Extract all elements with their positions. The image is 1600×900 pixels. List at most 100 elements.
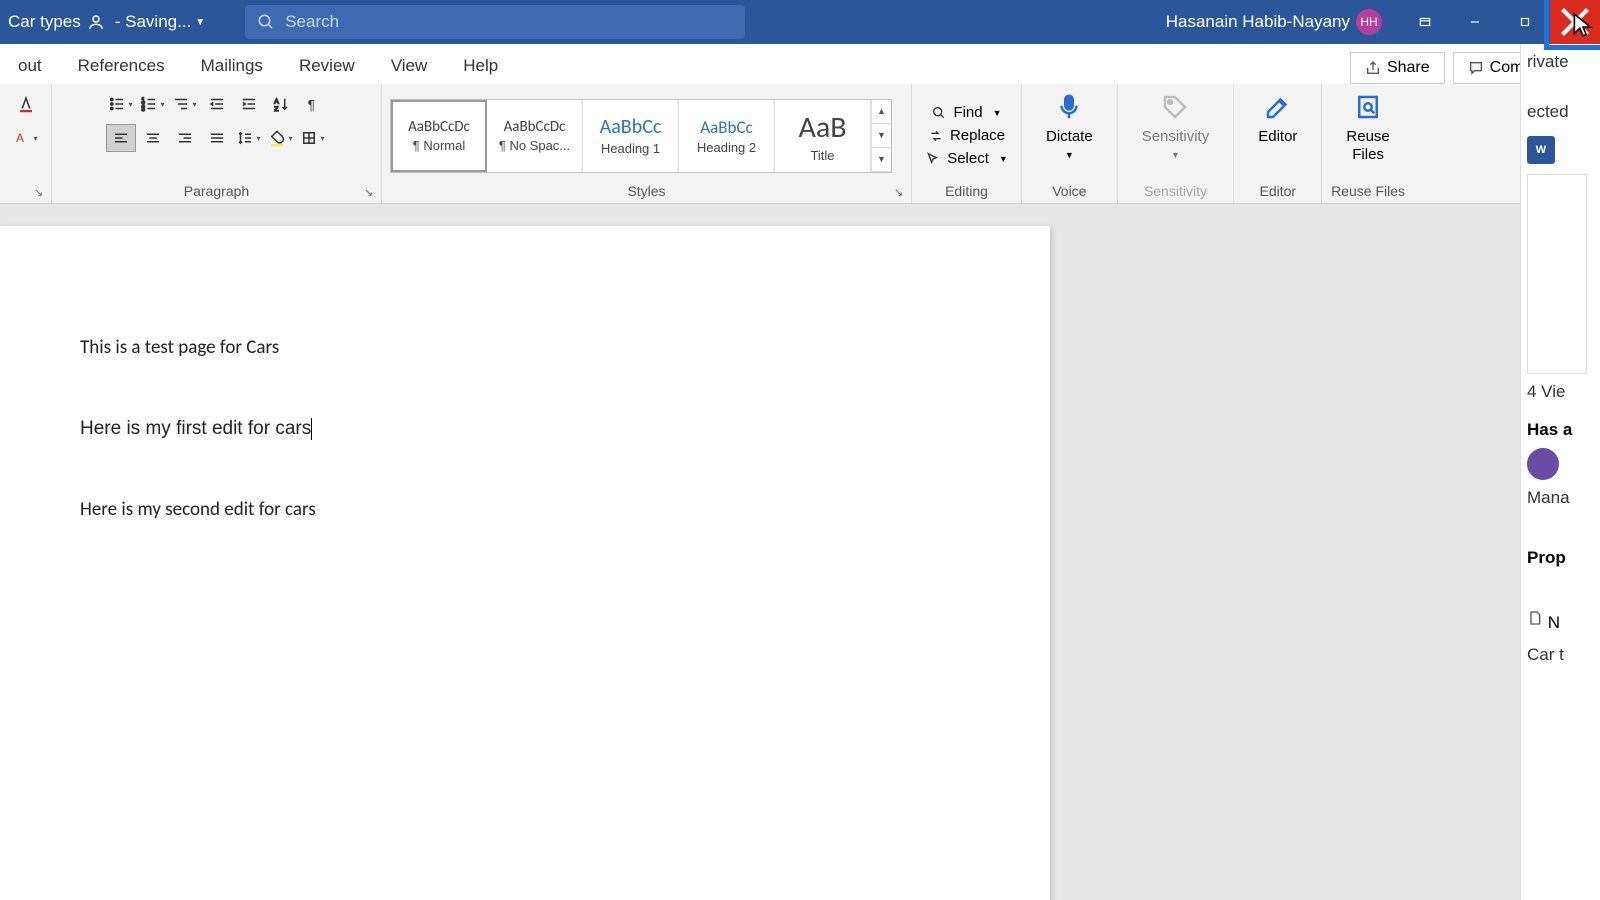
decrease-indent-button[interactable]	[202, 90, 232, 118]
clipboard-group: A ↘	[0, 84, 52, 203]
sp-mana-text: Mana	[1527, 488, 1594, 508]
doc-line-1[interactable]: This is a test page for Cars	[80, 336, 970, 359]
microphone-icon	[1054, 90, 1084, 124]
close-button-highlight	[1550, 0, 1600, 44]
replace-button[interactable]: Replace	[922, 125, 1011, 146]
titlebar: Car types - Saving... ▼ Search Hasanain …	[0, 0, 1600, 44]
tab-layout[interactable]: out	[0, 48, 60, 84]
sensitivity-group: Sensitivity ▼ Sensitivity	[1118, 84, 1235, 203]
align-left-button[interactable]	[106, 124, 136, 152]
svg-text:3: 3	[142, 107, 146, 113]
avatar[interactable]: HH	[1356, 9, 1382, 35]
increase-indent-button[interactable]	[234, 90, 264, 118]
close-button[interactable]	[1550, 0, 1600, 44]
user-name[interactable]: Hasanain Habib-Nayany	[1166, 12, 1350, 32]
file-item[interactable]: N	[1527, 608, 1594, 633]
dictate-button[interactable]: Dictate ▼	[1030, 90, 1109, 160]
sensitivity-label: Sensitivity	[1126, 181, 1226, 201]
justify-button[interactable]	[202, 124, 232, 152]
align-center-button[interactable]	[138, 124, 168, 152]
page-thumbnail[interactable]	[1527, 174, 1587, 374]
style-normal[interactable]: AaBbCcDc ¶ Normal	[391, 100, 487, 172]
style-heading-1[interactable]: AaBbCc Heading 1	[583, 100, 679, 172]
tab-view[interactable]: View	[373, 48, 446, 84]
maximize-button[interactable]	[1500, 0, 1550, 44]
person-icon	[87, 13, 105, 31]
search-input[interactable]: Search	[245, 5, 745, 39]
editing-label: Editing	[920, 181, 1013, 201]
editor-group: Editor Editor	[1234, 84, 1322, 203]
paragraph-label: Paragraph	[60, 181, 373, 201]
reuse-label: Reuse Files	[1330, 181, 1405, 201]
saving-dropdown-icon[interactable]: ▼	[195, 17, 205, 28]
editor-label: Editor	[1242, 181, 1313, 201]
styles-label: Styles	[390, 181, 903, 201]
style-heading-2[interactable]: AaBbCc Heading 2	[679, 100, 775, 172]
style-no-spacing[interactable]: AaBbCcDc ¶ No Spac...	[487, 100, 583, 172]
tag-icon	[1160, 90, 1190, 124]
sensitivity-button: Sensitivity ▼	[1126, 90, 1226, 160]
file-icon	[1527, 608, 1543, 628]
search-placeholder: Search	[285, 12, 339, 32]
share-button[interactable]: Share	[1350, 52, 1445, 84]
search-icon	[257, 13, 275, 31]
document-canvas[interactable]: This is a test page for Cars Here is my …	[0, 204, 1520, 900]
reuse-files-group: ReuseFiles Reuse Files	[1322, 84, 1413, 203]
styles-group: AaBbCcDc ¶ Normal AaBbCcDc ¶ No Spac... …	[382, 84, 912, 203]
sp-cart-text: Car t	[1527, 645, 1594, 665]
reuse-files-button[interactable]: ReuseFiles	[1330, 90, 1405, 164]
ribbon-display-button[interactable]	[1400, 0, 1450, 44]
svg-text:A: A	[16, 131, 24, 145]
select-button[interactable]: Select▼	[919, 148, 1014, 169]
voice-group: Dictate ▼ Voice	[1022, 84, 1118, 203]
shading-button[interactable]	[266, 124, 296, 152]
voice-label: Voice	[1030, 181, 1109, 201]
ribbon: A ↘ 123 AZ ¶ Paragr	[0, 84, 1600, 204]
styles-gallery[interactable]: AaBbCcDc ¶ Normal AaBbCcDc ¶ No Spac... …	[390, 99, 892, 173]
select-icon	[925, 151, 941, 167]
editor-icon	[1263, 90, 1293, 124]
align-right-button[interactable]	[170, 124, 200, 152]
multilevel-list-button[interactable]	[170, 90, 200, 118]
tab-references[interactable]: References	[60, 48, 183, 84]
borders-button[interactable]	[298, 124, 328, 152]
font-color-button[interactable]	[11, 90, 41, 118]
find-icon	[931, 105, 947, 121]
font-launcher-icon[interactable]: ↘	[34, 186, 48, 200]
paragraph-launcher-icon[interactable]: ↘	[364, 186, 378, 200]
font-color-dropdown[interactable]: A	[11, 124, 41, 152]
text-cursor-icon	[311, 418, 312, 440]
comment-icon	[1468, 60, 1484, 76]
tab-review[interactable]: Review	[281, 48, 373, 84]
tab-help[interactable]: Help	[445, 48, 516, 84]
tab-mailings[interactable]: Mailings	[183, 48, 281, 84]
svg-text:A: A	[274, 98, 279, 105]
styles-more-icon[interactable]: ▼	[872, 148, 891, 172]
sp-views-text: 4 Vie	[1527, 382, 1594, 402]
minimize-button[interactable]	[1450, 0, 1500, 44]
line-spacing-button[interactable]	[234, 124, 264, 152]
styles-up-icon[interactable]: ▲	[872, 100, 891, 124]
sort-button[interactable]: AZ	[266, 90, 296, 118]
bullets-button[interactable]	[106, 90, 136, 118]
replace-icon	[928, 128, 944, 144]
styles-launcher-icon[interactable]: ↘	[894, 186, 908, 200]
styles-down-icon[interactable]: ▼	[872, 124, 891, 148]
sp-private-text: rivate	[1527, 52, 1594, 72]
saving-status: - Saving...	[115, 12, 192, 32]
page[interactable]: This is a test page for Cars Here is my …	[0, 226, 1050, 900]
styles-scroll[interactable]: ▲ ▼ ▼	[871, 100, 891, 172]
numbering-button[interactable]: 123	[138, 90, 168, 118]
sp-prop-text: Prop	[1527, 548, 1594, 568]
style-title[interactable]: AaB Title	[775, 100, 871, 172]
doc-line-2[interactable]: Here is my first edit for cars	[80, 417, 970, 440]
reuse-files-icon	[1353, 90, 1383, 124]
doc-line-3[interactable]: Here is my second edit for cars	[80, 498, 970, 521]
show-marks-button[interactable]: ¶	[298, 90, 328, 118]
find-button[interactable]: Find▼	[925, 102, 1007, 123]
editor-button[interactable]: Editor	[1242, 90, 1313, 146]
svg-text:¶: ¶	[307, 97, 314, 112]
person-avatar-icon[interactable]	[1527, 448, 1559, 480]
word-icon[interactable]: W	[1527, 136, 1555, 164]
share-label: Share	[1387, 59, 1430, 77]
